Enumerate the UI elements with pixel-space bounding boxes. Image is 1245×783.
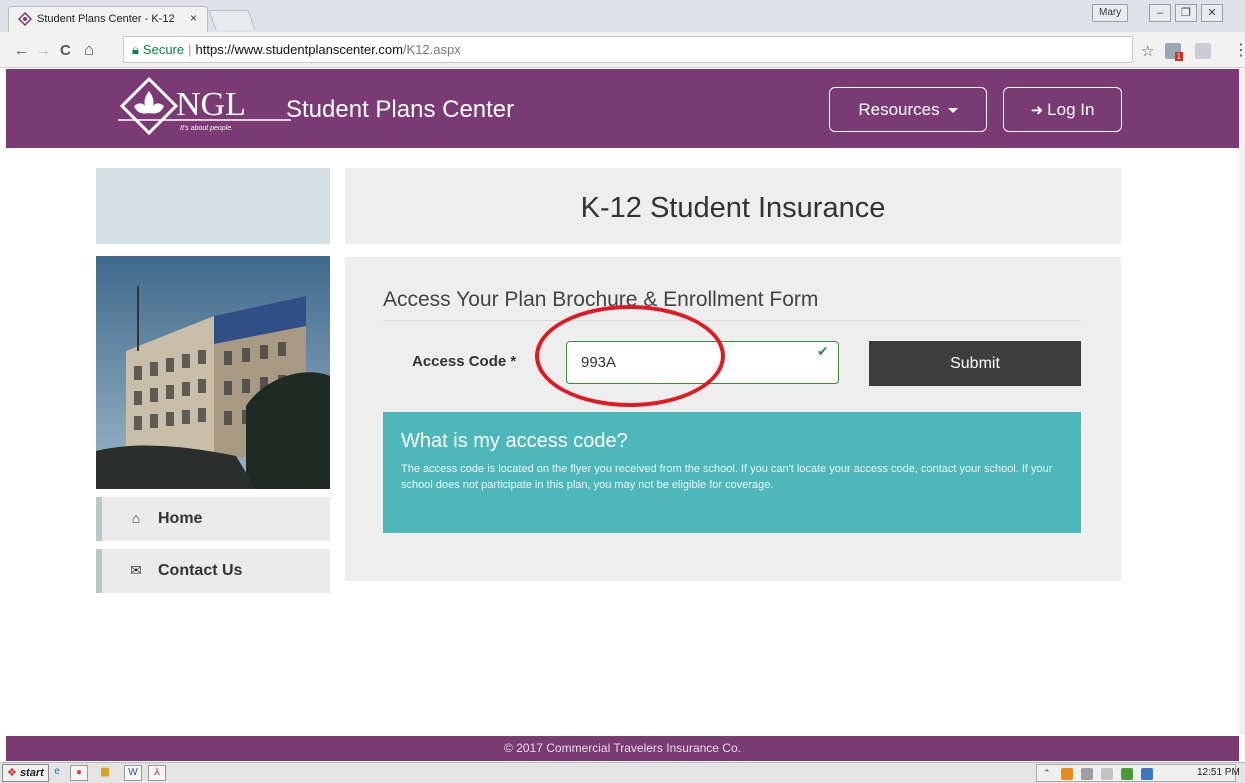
tray-expand-icon[interactable]: ⌃ xyxy=(1043,768,1055,780)
back-arrow-icon[interactable]: ← xyxy=(14,42,29,59)
help-title: What is my access code? xyxy=(401,430,628,452)
extension-icon[interactable]: 1 xyxy=(1165,43,1183,61)
pdf-extension-icon[interactable] xyxy=(1195,43,1211,59)
page-scrollbar[interactable] xyxy=(1239,69,1245,735)
checkmark-icon: ✔ xyxy=(817,343,829,359)
resources-label: Resources xyxy=(858,100,940,119)
sidebar-item-home[interactable]: ⌂ Home xyxy=(96,497,330,541)
ngl-logo[interactable]: NGL It's about people. xyxy=(116,75,291,139)
home-browser-icon[interactable]: ⌂ xyxy=(84,40,94,60)
lock-icon: 🔒︎ xyxy=(132,42,139,57)
access-code-help-box: What is my access code? The access code … xyxy=(383,412,1081,533)
tab-title: Student Plans Center - K-12 xyxy=(37,13,175,25)
sidebar-item-label: Home xyxy=(158,510,203,527)
page-title: K-12 Student Insurance xyxy=(580,192,886,224)
access-form-panel: Access Your Plan Brochure & Enrollment F… xyxy=(345,257,1121,581)
secure-label: Secure xyxy=(142,42,185,57)
tab-close-icon[interactable]: × xyxy=(190,11,197,25)
extension-badge: 1 xyxy=(1174,52,1183,61)
sidebar-item-contact-us[interactable]: ✉ Contact Us xyxy=(96,549,330,593)
profile-user-button[interactable]: Mary xyxy=(1092,4,1129,22)
title-panel: K-12 Student Insurance xyxy=(345,168,1121,244)
bookmark-star-icon[interactable]: ☆ xyxy=(1141,42,1154,60)
reload-icon[interactable]: C xyxy=(60,42,71,59)
copyright-text: © 2017 Commercial Travelers Insurance Co… xyxy=(504,741,741,755)
ie-icon[interactable]: e xyxy=(48,765,66,781)
resources-dropdown-button[interactable]: Resources xyxy=(829,87,987,132)
sign-in-icon: ➜ xyxy=(1030,102,1044,119)
network-icon[interactable] xyxy=(1081,768,1093,780)
logo-text: NGL xyxy=(176,86,246,123)
explorer-folder-icon[interactable]: ▆ xyxy=(96,765,114,781)
volume-icon[interactable] xyxy=(1101,768,1113,780)
login-label: Log In xyxy=(1047,100,1095,119)
form-heading: Access Your Plan Brochure & Enrollment F… xyxy=(383,288,1081,321)
tray-sync-icon[interactable] xyxy=(1121,768,1133,780)
logo-tagline: It's about people. xyxy=(180,125,233,132)
acrobat-icon[interactable]: ⅄ xyxy=(148,765,166,781)
chrome-icon[interactable]: ● xyxy=(70,765,88,781)
tray-app-icon[interactable] xyxy=(1061,768,1073,780)
tray-cloud-icon[interactable] xyxy=(1141,768,1153,780)
taskbar-clock: 12:51 PM xyxy=(1197,767,1240,778)
login-button[interactable]: ➜ Log In xyxy=(1003,87,1122,132)
access-code-input[interactable] xyxy=(566,341,839,384)
minimize-button[interactable]: – xyxy=(1149,4,1171,22)
windows-logo-icon: ❖ xyxy=(7,767,17,779)
word-icon[interactable]: W xyxy=(124,765,142,781)
forward-arrow-icon[interactable]: → xyxy=(36,42,51,59)
site-footer: © 2017 Commercial Travelers Insurance Co… xyxy=(6,736,1239,761)
close-window-button[interactable]: ✕ xyxy=(1201,4,1223,22)
site-header: NGL It's about people. Student Plans Cen… xyxy=(6,69,1239,148)
start-label: start xyxy=(19,767,44,779)
browser-tab-bar: Student Plans Center - K-12 × Mary – ❐ ✕ xyxy=(0,0,1245,32)
caret-down-icon xyxy=(947,108,958,114)
start-button[interactable]: ❖ start xyxy=(2,764,49,782)
help-text: The access code is located on the flyer … xyxy=(401,463,1053,491)
envelope-icon: ✉ xyxy=(130,562,142,578)
new-tab-button[interactable] xyxy=(208,10,256,30)
sidebar-banner-placeholder xyxy=(96,168,330,244)
address-bar[interactable]: 🔒︎ Secure | https://www.studentplanscenter.… xyxy=(123,36,1133,63)
url-path: /K12.aspx xyxy=(402,42,461,57)
submit-button[interactable]: Submit xyxy=(869,341,1081,386)
brand-title[interactable]: Student Plans Center xyxy=(286,96,514,124)
url-host: https://www.studentplanscenter.com xyxy=(195,42,403,57)
browser-tab[interactable]: Student Plans Center - K-12 × xyxy=(8,6,208,32)
windows-taskbar: ❖ start e ● ▆ W ⅄ ⌃ 12:51 PM xyxy=(0,762,1245,783)
home-icon: ⌂ xyxy=(131,510,141,526)
url-separator: | xyxy=(188,42,192,57)
sidebar-item-label: Contact Us xyxy=(158,562,243,579)
ngl-favicon-icon xyxy=(18,12,32,26)
browser-menu-icon[interactable]: ⋮ xyxy=(1233,40,1245,60)
headquarters-building-photo xyxy=(96,256,330,489)
browser-toolbar: ← → C ⌂ 🔒︎ Secure | https://www.studentplan… xyxy=(0,32,1245,68)
maximize-button[interactable]: ❐ xyxy=(1175,4,1197,22)
access-code-label: Access Code * xyxy=(412,353,517,370)
